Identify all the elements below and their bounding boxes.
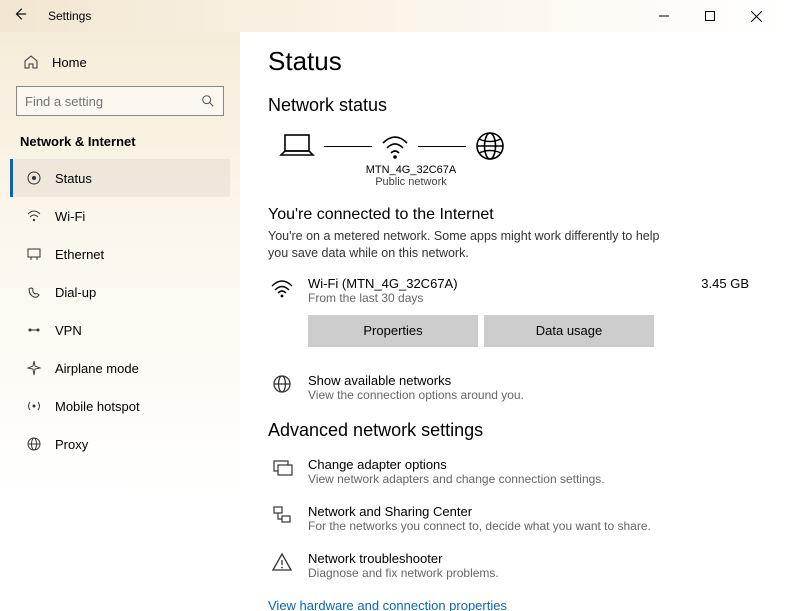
adapter-title: Change adapter options: [308, 457, 605, 472]
status-icon: [23, 170, 45, 186]
connection-name: Wi-Fi (MTN_4G_32C67A): [308, 276, 689, 291]
diagram-ssid: MTN_4G_32C67A: [356, 164, 466, 176]
ethernet-icon: [23, 246, 45, 262]
sharing-center-link[interactable]: Network and Sharing Center For the netwo…: [268, 504, 759, 533]
category-heading: Network & Internet: [10, 130, 230, 159]
adapter-options-link[interactable]: Change adapter options View network adap…: [268, 457, 759, 486]
nav-item-ethernet[interactable]: Ethernet: [10, 235, 230, 273]
home-link[interactable]: Home: [10, 46, 230, 78]
maximize-button[interactable]: [687, 1, 733, 31]
nav-label: VPN: [55, 323, 82, 338]
data-usage-button[interactable]: Data usage: [484, 315, 654, 347]
nav-item-dialup[interactable]: Dial-up: [10, 273, 230, 311]
troubleshooter-link[interactable]: Network troubleshooter Diagnose and fix …: [268, 551, 759, 580]
nav-label: Proxy: [55, 437, 88, 452]
nav-item-wifi[interactable]: Wi-Fi: [10, 197, 230, 235]
nav-label: Airplane mode: [55, 361, 139, 376]
properties-button[interactable]: Properties: [308, 315, 478, 347]
nav-label: Dial-up: [55, 285, 96, 300]
show-available-link[interactable]: Show available networks View the connect…: [268, 373, 759, 402]
diagram-type: Public network: [356, 176, 466, 188]
minimize-icon: [659, 11, 669, 21]
nav-item-airplane[interactable]: Airplane mode: [10, 349, 230, 387]
sharing-title: Network and Sharing Center: [308, 504, 651, 519]
window-title: Settings: [48, 9, 91, 23]
advanced-heading: Advanced network settings: [268, 420, 759, 441]
main-content: Status Network status: [240, 32, 787, 611]
sharing-desc: For the networks you connect to, decide …: [308, 519, 651, 533]
connected-heading: You're connected to the Internet: [268, 206, 759, 224]
search-box[interactable]: [16, 86, 224, 116]
troubleshoot-title: Network troubleshooter: [308, 551, 499, 566]
home-label: Home: [52, 55, 87, 70]
connection-row: Wi-Fi (MTN_4G_32C67A) From the last 30 d…: [268, 276, 759, 305]
wifi-icon: [23, 208, 45, 224]
nav-item-proxy[interactable]: Proxy: [10, 425, 230, 463]
warning-icon: [268, 551, 296, 573]
page-title: Status: [268, 46, 759, 77]
connected-description: You're on a metered network. Some apps m…: [268, 228, 678, 262]
hotspot-icon: [23, 398, 45, 414]
arrow-left-icon: [13, 7, 27, 21]
network-diagram: [278, 130, 759, 162]
wifi-large-icon: [380, 131, 410, 161]
hardware-link[interactable]: View hardware and connection properties: [268, 598, 759, 611]
available-title: Show available networks: [308, 373, 524, 388]
globe-small-icon: [268, 373, 296, 395]
nav-label: Mobile hotspot: [55, 399, 140, 414]
proxy-icon: [23, 436, 45, 452]
nav-label: Ethernet: [55, 247, 104, 262]
network-status-heading: Network status: [268, 95, 759, 116]
laptop-icon: [278, 131, 316, 161]
vpn-icon: [23, 322, 45, 338]
adapter-desc: View network adapters and change connect…: [308, 472, 605, 486]
connector-line: [418, 146, 466, 147]
connection-usage: 3.45 GB: [701, 276, 759, 291]
nav-label: Wi-Fi: [55, 209, 85, 224]
back-button[interactable]: [8, 7, 32, 25]
nav-label: Status: [55, 171, 92, 186]
wifi-signal-icon: [268, 276, 296, 298]
close-button[interactable]: [733, 1, 779, 31]
dialup-icon: [23, 284, 45, 300]
nav-item-status[interactable]: Status: [10, 159, 230, 197]
available-desc: View the connection options around you.: [308, 388, 524, 402]
adapter-icon: [268, 457, 296, 479]
titlebar: Settings: [0, 0, 787, 32]
maximize-icon: [705, 11, 715, 21]
diagram-labels: MTN_4G_32C67A Public network: [356, 164, 466, 188]
nav-item-hotspot[interactable]: Mobile hotspot: [10, 387, 230, 425]
minimize-button[interactable]: [641, 1, 687, 31]
connector-line: [324, 146, 372, 147]
sharing-icon: [268, 504, 296, 526]
search-icon: [201, 94, 215, 108]
troubleshoot-desc: Diagnose and fix network problems.: [308, 566, 499, 580]
nav-item-vpn[interactable]: VPN: [10, 311, 230, 349]
globe-icon: [474, 130, 506, 162]
close-icon: [751, 11, 762, 22]
search-input[interactable]: [25, 94, 201, 109]
home-icon: [20, 54, 42, 70]
sidebar: Home Network & Internet Status Wi-Fi: [0, 32, 240, 611]
connection-period: From the last 30 days: [308, 291, 689, 305]
airplane-icon: [23, 360, 45, 376]
